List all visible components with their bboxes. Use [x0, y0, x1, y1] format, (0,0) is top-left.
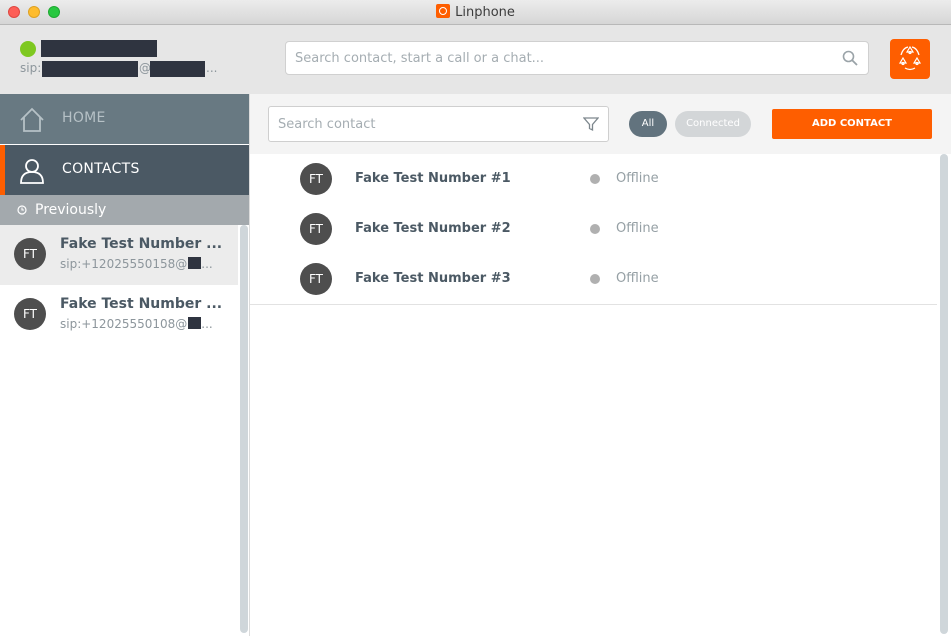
account-name-redacted	[41, 40, 157, 57]
sidebar-item-home-label: HOME	[62, 110, 106, 126]
sip-prefix: sip:	[20, 61, 42, 75]
sip-domain-redacted	[188, 317, 202, 329]
contacts-scrollbar[interactable]	[940, 154, 948, 634]
presence-offline-icon	[590, 224, 600, 234]
sip-user-redacted	[42, 61, 138, 77]
contact-row[interactable]: FT Fake Test Number #3 Offline	[250, 254, 937, 305]
sidebar: HOME CONTACTS Previously FT Fake Test Nu…	[0, 94, 250, 636]
filter-icon[interactable]	[583, 116, 599, 132]
recent-entry-sip: sip:+12025550108@...	[60, 317, 213, 331]
add-contact-button[interactable]: ADD CONTACT	[772, 109, 932, 139]
sip-ellipsis: ...	[206, 61, 218, 75]
presence-status-icon[interactable]	[20, 41, 36, 57]
previously-header: Previously	[0, 195, 250, 225]
recent-entry-sip-text: sip:+12025550158@	[60, 257, 188, 271]
contact-search-placeholder: Search contact	[278, 117, 376, 132]
recent-entry-sip-tail: ...	[201, 317, 213, 331]
contact-status: Offline	[616, 271, 659, 286]
sidebar-item-contacts[interactable]: CONTACTS	[0, 145, 250, 195]
contact-name: Fake Test Number #2	[355, 221, 511, 236]
avatar: FT	[14, 298, 46, 330]
window-title-text: Linphone	[455, 5, 515, 20]
contact-row[interactable]: FT Fake Test Number #2 Offline	[250, 204, 937, 255]
clock-icon	[17, 205, 27, 215]
search-icon[interactable]	[842, 50, 858, 66]
sidebar-scrollbar[interactable]	[240, 225, 248, 633]
contact-search-input[interactable]: Search contact	[268, 106, 609, 142]
recent-entry-name: Fake Test Number ...	[60, 296, 223, 312]
contacts-panel: Search contact All Connected ADD CONTACT…	[250, 94, 951, 636]
presence-offline-icon	[590, 274, 600, 284]
contact-name: Fake Test Number #1	[355, 171, 511, 186]
conference-icon	[898, 45, 922, 71]
sidebar-item-home[interactable]: HOME	[0, 94, 250, 144]
contact-row[interactable]: FT Fake Test Number #1 Offline	[250, 154, 937, 205]
home-icon	[20, 107, 44, 132]
linphone-logo-icon	[436, 4, 451, 18]
recent-entry-sip: sip:+12025550158@...	[60, 257, 213, 271]
contact-status: Offline	[616, 171, 659, 186]
avatar: FT	[300, 213, 332, 245]
recent-entry[interactable]: FT Fake Test Number ... sip:+12025550108…	[0, 285, 238, 345]
recent-entry-sip-tail: ...	[201, 257, 213, 271]
contact-person-icon	[20, 159, 44, 184]
avatar: FT	[300, 263, 332, 295]
conference-button[interactable]	[890, 39, 930, 79]
recent-entry-name: Fake Test Number ...	[60, 236, 223, 252]
selected-indicator	[0, 145, 5, 195]
title-bar: Linphone	[0, 0, 951, 25]
window-title: Linphone	[0, 4, 951, 20]
account-sip-address: sip:	[20, 61, 41, 75]
avatar: FT	[300, 163, 332, 195]
contact-name: Fake Test Number #3	[355, 271, 511, 286]
filter-all-button[interactable]: All	[629, 111, 667, 137]
header-bar: sip: @ ... Search contact, start a call …	[0, 25, 951, 94]
recent-entry-sip-text: sip:+12025550108@	[60, 317, 188, 331]
avatar: FT	[14, 238, 46, 270]
contact-status: Offline	[616, 221, 659, 236]
recent-entry[interactable]: FT Fake Test Number ... sip:+12025550158…	[0, 225, 238, 285]
filter-connected-button[interactable]: Connected	[675, 111, 751, 137]
global-search-input[interactable]: Search contact, start a call or a chat..…	[285, 41, 869, 75]
sidebar-item-contacts-label: CONTACTS	[62, 161, 140, 177]
sip-domain-redacted	[150, 61, 205, 77]
global-search-placeholder: Search contact, start a call or a chat..…	[295, 51, 545, 66]
presence-offline-icon	[590, 174, 600, 184]
sip-domain-redacted	[188, 257, 202, 269]
contacts-toolbar: Search contact All Connected ADD CONTACT	[250, 94, 951, 154]
previously-label: Previously	[35, 202, 107, 218]
